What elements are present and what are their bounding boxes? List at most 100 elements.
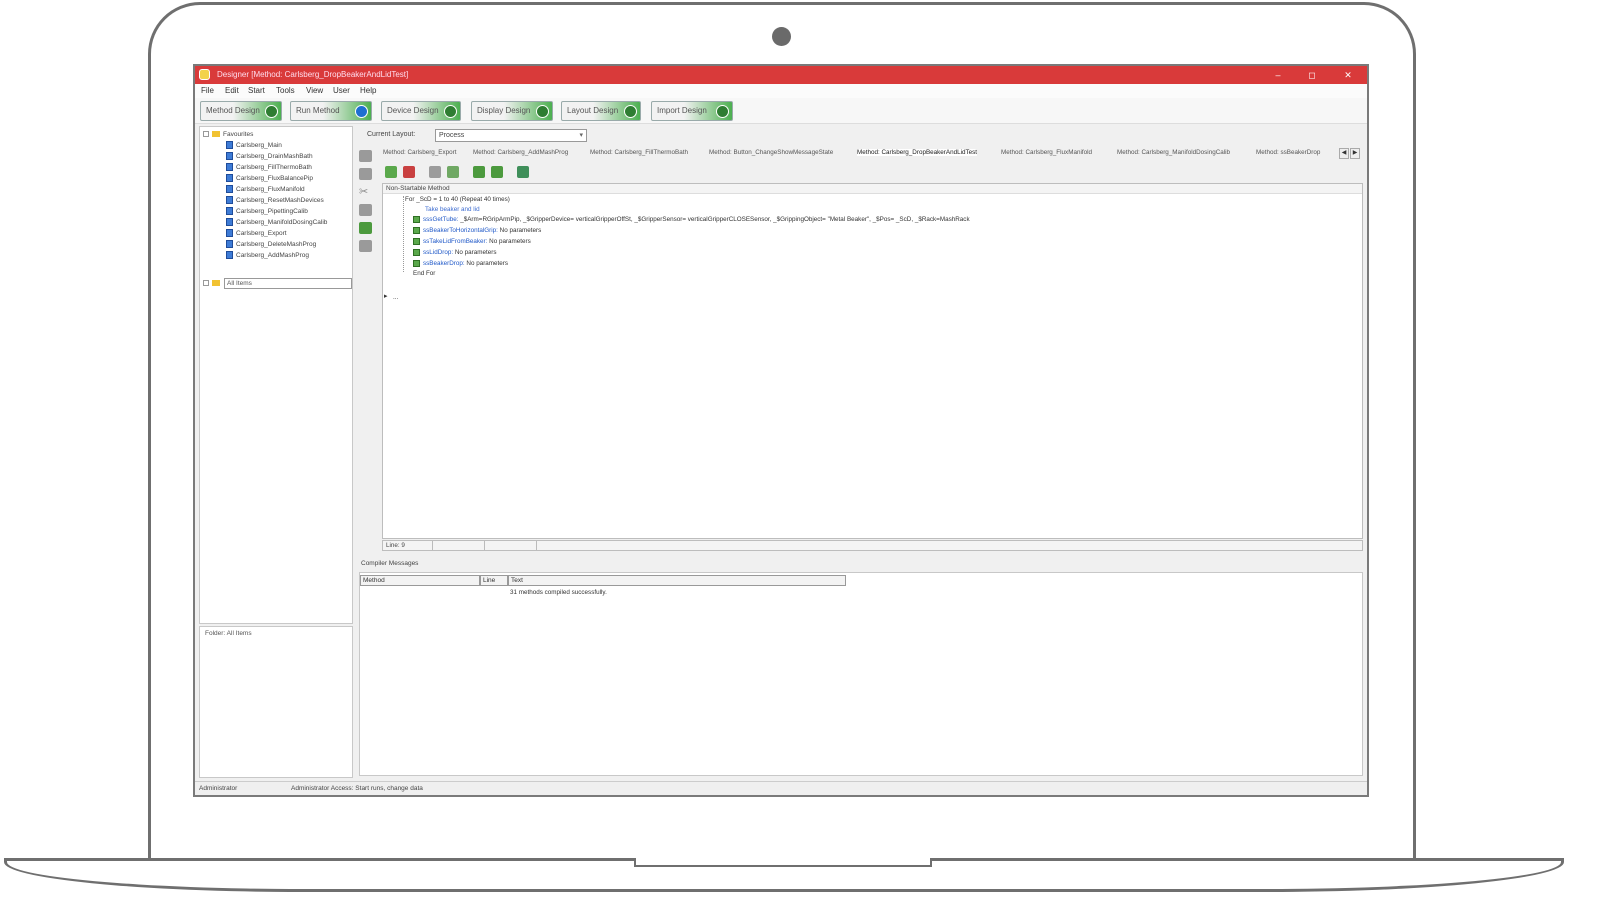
current-user: Administrator [199,785,238,792]
step-line[interactable]: ssBeakerDrop: No parameters [413,259,508,269]
step-icon [413,226,420,234]
tree-item[interactable]: Carlsberg_AddMashProg [226,250,309,261]
tree-root-favourites[interactable]: Favourites [203,129,253,140]
expand-icon[interactable] [203,280,209,287]
method-icon [226,240,233,249]
menu-view[interactable]: View [306,86,323,95]
step-line[interactable]: sssGetTube: _$Arm=RGripArmPip, _$Gripper… [413,215,970,225]
tree-item-label: Carlsberg_DeleteMashProg [236,241,317,248]
column-line[interactable]: Line [480,575,508,586]
step-params: No parameters [499,227,542,234]
tab-drop-beaker-and-lid-test[interactable]: Method: Carlsberg_DropBeakerAndLidTest [857,149,978,156]
status-cell-empty [485,541,537,550]
menu-tools[interactable]: Tools [276,86,295,95]
layout-design-icon [624,105,637,118]
run-method-button[interactable]: Run Method [290,101,372,121]
save-icon[interactable] [359,168,372,180]
folder-panel: Folder: All Items [199,626,353,778]
step-icon [413,215,420,223]
compiler-message: 31 methods compiled successfully. [510,589,607,596]
tree-item[interactable]: Carlsberg_PipettingCalib [226,206,308,217]
move-down-icon[interactable] [491,166,503,178]
tree-item[interactable]: Carlsberg_ManifoldDosingCalib [226,217,327,228]
device-design-icon [444,105,457,118]
tree-root-all-items[interactable] [203,278,223,289]
all-items-field[interactable]: All Items [224,278,352,289]
method-icon [226,152,233,161]
duplicate-step-icon[interactable] [447,166,459,178]
comment-line[interactable]: Take beaker and lid [425,205,480,215]
tree-item[interactable]: Carlsberg_DeleteMashProg [226,239,316,250]
end-for-line[interactable]: End For [413,269,435,279]
add-step-icon[interactable] [385,166,397,178]
step-icon [413,248,420,256]
menu-start[interactable]: Start [248,86,265,95]
tab-prev-button[interactable]: ◀ [1339,148,1349,159]
new-icon[interactable] [359,150,372,162]
tab-change-show-message-state[interactable]: Method: Button_ChangeShowMessageState [709,149,833,156]
device-design-button[interactable]: Device Design [381,101,461,121]
editor-status-bar: Line: 9 [382,540,1363,551]
close-button[interactable]: ✕ [1337,68,1359,82]
menu-edit[interactable]: Edit [225,86,239,95]
import-design-icon [716,105,729,118]
method-icon [226,185,233,194]
tree-item[interactable]: Carlsberg_DrainMashBath [226,151,313,162]
current-layout-select[interactable]: Process ▾ [435,129,587,142]
step-icon [413,237,420,245]
app-window: Designer [Method: Carlsberg_DropBeakerAn… [193,64,1369,797]
title-bar: Designer [Method: Carlsberg_DropBeakerAn… [195,66,1367,84]
tree-item[interactable]: Carlsberg_FillThermoBath [226,162,312,173]
import-design-button[interactable]: Import Design [651,101,733,121]
cut-icon[interactable]: ✂ [359,186,372,198]
tab-export[interactable]: Method: Carlsberg_Export [383,149,457,156]
step-line[interactable]: ssBeakerToHorizontalGrip: No parameters [413,226,541,236]
folder-label: Folder: All Items [205,630,252,637]
minimize-button[interactable]: – [1267,68,1289,82]
method-editor[interactable]: Non-Startable Method For _ScD = 1 to 40 … [382,183,1363,539]
delete-icon[interactable] [359,240,372,252]
tree-item[interactable]: Carlsberg_Export [226,228,287,239]
tab-fill-thermo-bath[interactable]: Method: Carlsberg_FillThermoBath [590,149,688,156]
tab-flux-manifold[interactable]: Method: Carlsberg_FluxManifold [1001,149,1092,156]
tab-next-button[interactable]: ▶ [1350,148,1360,159]
menu-help[interactable]: Help [360,86,376,95]
move-up-icon[interactable] [473,166,485,178]
tab-ss-beaker-drop[interactable]: Method: ssBeakerDrop [1256,149,1320,156]
tree-item[interactable]: Carlsberg_Main [226,140,282,151]
collapse-icon[interactable] [203,131,209,138]
tree-item[interactable]: Carlsberg_ResetMashDevices [226,195,324,206]
access-level: Administrator Access: Start runs, change… [291,785,423,792]
copy-icon[interactable] [359,204,372,216]
column-method[interactable]: Method [360,575,480,586]
column-text[interactable]: Text [508,575,846,586]
paste-icon[interactable] [359,222,372,234]
tree-item-label: Carlsberg_FluxManifold [236,186,305,193]
for-loop-line[interactable]: For _ScD = 1 to 40 (Repeat 40 times) [405,195,510,205]
tree-item-label: Carlsberg_ResetMashDevices [236,197,324,204]
step-name: ssTakeLidFromBeaker: [423,238,488,245]
window-title: Designer [Method: Carlsberg_DropBeakerAn… [217,70,409,79]
tab-add-mash-prog[interactable]: Method: Carlsberg_AddMashProg [473,149,568,156]
maximize-button[interactable]: ◻ [1301,68,1323,82]
step-line[interactable]: ssTakeLidFromBeaker: No parameters [413,237,531,247]
current-layout-value: Process [439,132,465,139]
remove-step-icon[interactable] [403,166,415,178]
step-name: ssLidDrop: [423,249,454,256]
compiler-messages-label: Compiler Messages [361,560,419,567]
tree-item[interactable]: Carlsberg_FluxManifold [226,184,305,195]
current-line-marker-icon: ▸ [384,293,388,300]
camera-icon [772,27,791,46]
menu-file[interactable]: File [201,86,214,95]
compile-icon[interactable] [517,166,529,178]
method-design-button[interactable]: Method Design [200,101,282,121]
edit-step-icon[interactable] [429,166,441,178]
menu-user[interactable]: User [333,86,350,95]
layout-design-button[interactable]: Layout Design [561,101,641,121]
tab-manifold-dosing-calib[interactable]: Method: Carlsberg_ManifoldDosingCalib [1117,149,1230,156]
display-design-button[interactable]: Display Design [471,101,553,121]
ellipsis-line[interactable]: ... [393,293,398,303]
tree-item-label: Carlsberg_FluxBalancePip [236,175,313,182]
tree-item[interactable]: Carlsberg_FluxBalancePip [226,173,313,184]
step-line[interactable]: ssLidDrop: No parameters [413,248,497,258]
